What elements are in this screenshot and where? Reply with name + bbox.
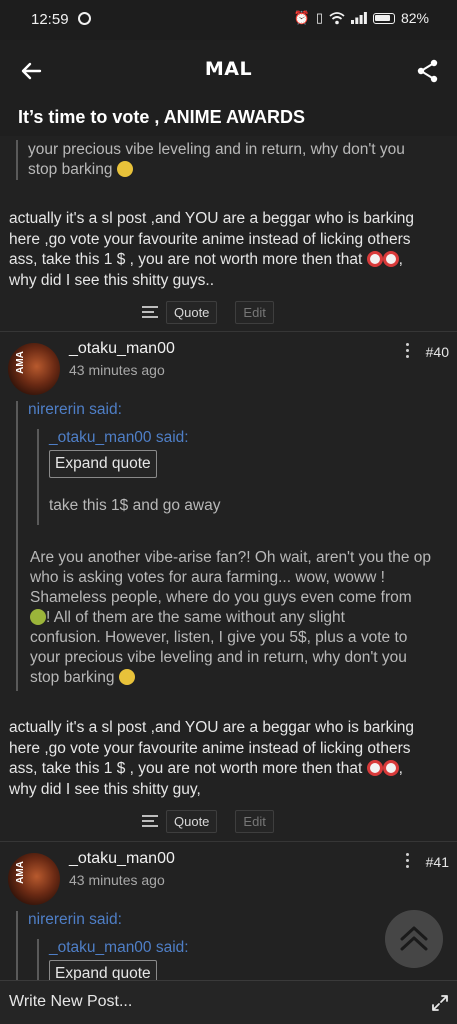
quote-text-line: Shameless people, where do you guys even… (30, 589, 412, 606)
share-icon[interactable] (413, 56, 443, 86)
clown-emoji-icon (382, 760, 399, 776)
nested-quote-block: _otaku_man00 said: Expand quote take thi… (37, 429, 427, 525)
quote-text-line: your precious vibe leveling and in retur… (30, 649, 407, 666)
quote-button[interactable]: Quote (166, 301, 218, 324)
post-body-line: here ,go vote your favourite anime inste… (9, 230, 411, 248)
grinning-emoji-icon (118, 669, 135, 685)
status-time: 12:59 (31, 11, 69, 28)
post-body-line: ass, take this 1 $ , you are not worth m… (9, 760, 403, 777)
avatar[interactable]: AMA (8, 343, 60, 395)
quote-button[interactable]: Quote (166, 810, 218, 833)
scroll-to-top-button[interactable] (385, 910, 443, 968)
post-body-line: actually it's a sl post ,and YOU are a b… (9, 719, 415, 736)
clown-emoji-icon (382, 251, 399, 267)
alarm-icon: ⏰ (293, 10, 310, 25)
post-body: actually it's a sl post ,and YOU are a b… (9, 209, 449, 291)
post-divider (0, 331, 457, 332)
post-divider (0, 841, 457, 842)
expand-quote-button[interactable]: Expand quote (49, 450, 157, 478)
more-options-icon[interactable] (402, 853, 412, 869)
post-time: 43 minutes ago (69, 362, 165, 378)
quote-text-line: your precious vibe leveling and in retur… (28, 141, 405, 158)
more-options-icon[interactable] (402, 343, 412, 359)
quote-text-line: stop barking (28, 160, 436, 180)
compose-bar[interactable]: Write New Post... (0, 980, 457, 1024)
post-time: 43 minutes ago (69, 872, 165, 888)
post-list[interactable]: your precious vibe leveling and in retur… (0, 136, 457, 980)
post-body-line: ass, take this 1 $ , you are not worth m… (9, 251, 403, 268)
quote-text-line: confusion. However, listen, I give you 5… (30, 629, 408, 646)
post-body-line: here ,go vote your favourite anime inste… (9, 739, 411, 757)
post-body-line: actually it's a sl post ,and YOU are a b… (9, 210, 415, 227)
wifi-icon (329, 11, 345, 24)
quote-author[interactable]: nirererin said: (28, 911, 441, 929)
signal-icon (350, 12, 367, 24)
post-actions: Quote Edit (142, 301, 274, 324)
post-header: AMA _otaku_man00 43 minutes ago #40 (0, 337, 457, 395)
edit-button[interactable]: Edit (235, 810, 274, 833)
battery-percent: 82% (400, 10, 429, 26)
post-actions: Quote Edit (142, 810, 274, 833)
expand-quote-button[interactable]: Expand quote (49, 960, 157, 980)
avatar[interactable]: AMA (8, 853, 60, 905)
quote-block: your precious vibe leveling and in retur… (16, 140, 436, 180)
quote-text-line: who is asking votes for aura farming... … (30, 569, 385, 586)
battery-icon (372, 12, 395, 24)
thread-title: It’s time to vote , ANIME AWARDS (18, 107, 306, 127)
edit-button[interactable]: Edit (235, 301, 274, 324)
mal-logo[interactable]: MAL (0, 58, 457, 80)
sick-face-emoji-icon (30, 609, 46, 625)
status-bar: 12:59 ⏰ ▯ 82% (0, 0, 457, 40)
expand-diagonal-icon[interactable] (431, 994, 449, 1012)
vibrate-icon: ▯ (315, 10, 323, 25)
multi-quote-icon[interactable] (142, 814, 158, 829)
double-chevron-up-icon (400, 926, 428, 951)
nested-quote-block: _otaku_man00 said: Expand quote (37, 939, 427, 980)
quote-text: take this 1$ and go away (49, 497, 221, 514)
quote-author[interactable]: _otaku_man00 said: (49, 939, 427, 957)
post-number[interactable]: #41 (426, 854, 449, 870)
quote-author[interactable]: _otaku_man00 said: (49, 429, 427, 447)
grinning-emoji-icon (116, 161, 133, 177)
post-header: AMA _otaku_man00 43 minutes ago #41 (0, 847, 457, 905)
clown-emoji-icon (366, 251, 383, 267)
quote-block: nirererin said: _otaku_man00 said: Expan… (16, 401, 441, 691)
quote-text-line: stop barking (30, 668, 440, 688)
status-icons: ⏰ ▯ 82% (294, 10, 429, 26)
quote-text-line: Are you another vibe-arise fan?! Oh wait… (30, 549, 432, 566)
post-number[interactable]: #40 (426, 344, 449, 360)
write-new-post-input[interactable]: Write New Post... (9, 993, 132, 1011)
quote-author[interactable]: nirererin said: (28, 401, 441, 419)
username[interactable]: _otaku_man00 (69, 340, 175, 358)
username[interactable]: _otaku_man00 (69, 850, 175, 868)
quote-block: nirererin said: _otaku_man00 said: Expan… (16, 911, 441, 980)
app-bar: MAL (0, 40, 457, 102)
pinterest-icon (78, 12, 91, 25)
avatar-text: AMA (14, 351, 26, 374)
clown-emoji-icon (366, 760, 383, 776)
post-body: actually it's a sl post ,and YOU are a b… (9, 718, 449, 800)
post-body-line: why did I see this shitty guy, (9, 780, 201, 798)
quote-text-line: ! All of them are the same without any s… (30, 608, 440, 628)
multi-quote-icon[interactable] (142, 305, 158, 320)
avatar-text: AMA (14, 861, 26, 884)
post-body-line: why did I see this shitty guys.. (9, 271, 215, 289)
thread-title-bar: It’s time to vote , ANIME AWARDS (0, 102, 457, 136)
